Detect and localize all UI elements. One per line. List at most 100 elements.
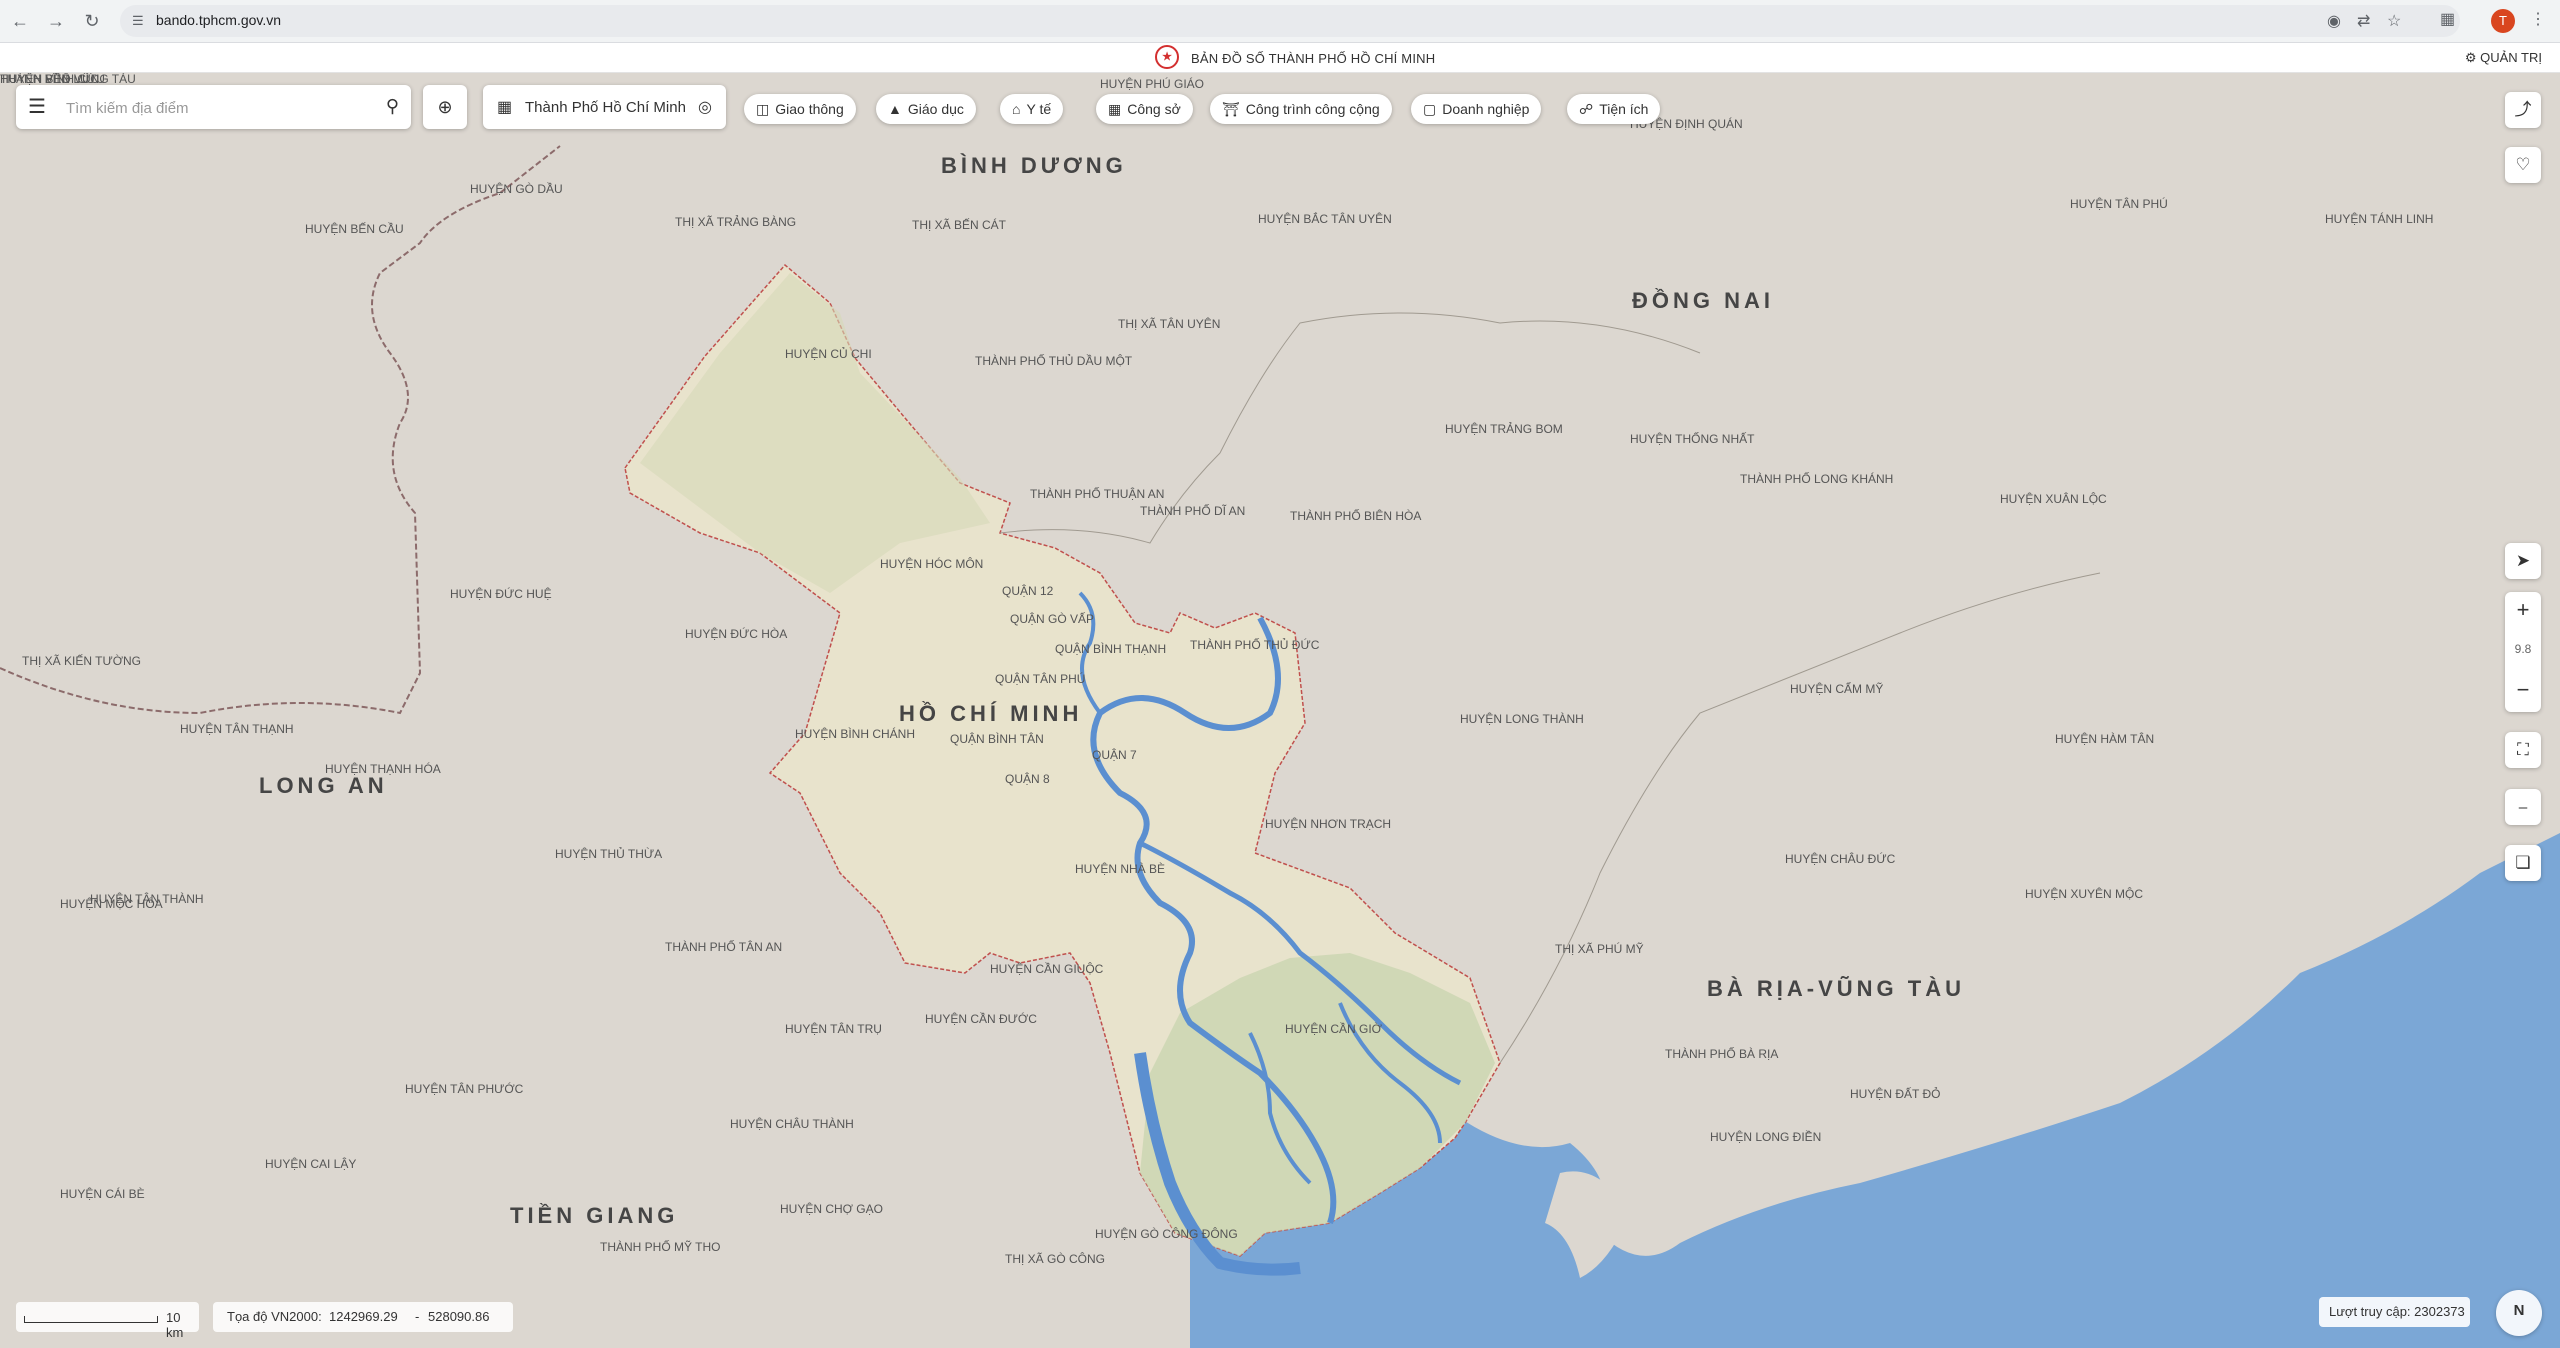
category-button-public-works[interactable]: ⛩ Công trình công cộng [1210,94,1392,124]
coordinate-label: Tọa độ VN2000: [227,1309,322,1324]
reload-icon[interactable]: ↻ [80,9,104,33]
region-label-tien-giang: TIỀN GIANG [510,1203,679,1228]
place-label: HUYỆN NHÀ BÈ [1075,862,1166,876]
region-label-ho-chi-minh: HỒ CHÍ MINH [899,701,1083,726]
place-label: HUYỆN ĐẤT ĐỎ [1850,1087,1941,1101]
zoom-out-button[interactable]: − [2505,672,2541,708]
zoom-level: 9.8 [2514,642,2532,656]
place-label: HUYỆN CHÂU THÀNH [730,1117,854,1131]
app-title-bar: ★ BẢN ĐỒ SỐ THÀNH PHỐ HỒ CHÍ MINH ⚙ QUẢN… [0,43,2560,73]
place-label: QUẬN BÌNH THẠNH [1055,642,1167,656]
place-label: HUYỆN TÂN PHƯỚC [405,1082,524,1096]
place-label: THÀNH PHỐ BÀ RỊA [1665,1047,1779,1061]
coordinate-readout: Tọa độ VN2000: 1242969.29 - 528090.86 [213,1302,513,1332]
admin-link[interactable]: ⚙ QUẢN TRỊ [2465,50,2542,66]
place-label: HUYỆN TÁNH LINH [2325,212,2434,226]
shopping-cart-icon: ☍ [1579,101,1594,117]
category-button-office[interactable]: ▦ Công sở [1096,94,1193,124]
region-label-long-an: LONG AN [259,773,388,798]
coordinate-separator: - [415,1309,420,1324]
city-selector[interactable]: ▦ Thành Phố Hồ Chí Minh ◎ [483,85,726,129]
place-label: HUYỆN LONG ĐIỀN [1710,1130,1822,1144]
place-label: HUYỆN BẮC TÂN UYÊN [1258,212,1392,226]
place-label: HUYỆN THẠNH HÓA [325,762,441,776]
place-label: HUYỆN THỐNG NHẤT [1630,432,1755,446]
back-icon[interactable]: ← [8,9,32,33]
place-label: HUYỆN THỦ THỪA [555,847,663,861]
measure-button[interactable]: ⎯ [2505,789,2541,825]
place-label: HUYỆN TRẢNG BOM [1445,422,1563,436]
browser-menu-icon[interactable]: ⋮ [2530,9,2546,29]
place-label: HUYỆN XUÂN LỘC [2000,492,2107,506]
zoom-in-button[interactable]: + [2505,592,2541,628]
zoom-search-button[interactable]: ⊕ [423,85,467,129]
search-icon[interactable]: ⚲ [386,96,399,117]
eye-off-icon[interactable]: ◉ [2327,11,2341,31]
place-label: QUẬN TÂN PHÚ [995,672,1086,686]
address-bar[interactable]: ☰ bando.tphcm.gov.vn ◉ ⇄ ☆ [120,5,2460,37]
search-input[interactable] [64,95,368,121]
place-label: THỊ XÃ BẾN CÁT [912,218,1007,232]
site-info-icon[interactable]: ☰ [132,13,144,29]
locate-target-icon[interactable]: ◎ [698,97,712,117]
category-label: Công trình công cộng [1245,101,1380,117]
place-label: HUYỆN HÀM TÂN [2055,732,2155,746]
place-label: HUYỆN CHÂU ĐỨC [1785,852,1896,866]
my-location-button[interactable]: ➤ [2505,543,2541,579]
directions-button[interactable]: ⤴ [2505,92,2541,128]
category-button-traffic[interactable]: ◫ Giao thông [744,94,856,124]
place-label: HUYỆN ĐỨC HUỆ [450,587,552,601]
place-label: THÀNH PHỐ THUẬN AN [1030,487,1165,501]
map-canvas[interactable]: BÌNH DƯƠNG ĐỒNG NAI LONG AN HỒ CHÍ MINH … [0,73,2560,1348]
city-logo-icon: ★ [1155,45,1179,69]
category-label: Doanh nghiệp [1442,101,1530,117]
admin-label: QUẢN TRỊ [2480,50,2542,65]
heart-icon: ♡ [2515,155,2531,174]
place-label: HUYỆN TÂN THÀNH [90,892,204,906]
forward-icon[interactable]: → [44,9,68,33]
zoom-control: + 9.8 − [2505,592,2541,712]
region-label-dong-nai: ĐỒNG NAI [1632,288,1774,313]
favorites-button[interactable]: ♡ [2505,147,2541,183]
category-button-health[interactable]: ⌂ Y tế [1000,94,1064,124]
category-button-education[interactable]: ▲ Giáo dục [876,94,976,124]
scale-bar: 10 km [16,1302,199,1340]
place-label: HUYỆN LONG THÀNH [1460,712,1584,726]
category-button-utilities[interactable]: ☍ Tiện ích [1567,94,1661,124]
coordinate-x: 1242969.29 [329,1309,398,1324]
bookmark-star-icon[interactable]: ☆ [2387,11,2401,31]
place-label: THỊ XÃ GÒ CÔNG [1005,1252,1106,1266]
place-label: HUYỆN CÁI BÈ [60,1187,145,1201]
place-label: HUYỆN CẨM MỸ [1790,682,1884,696]
compass-button[interactable]: N [2496,1290,2542,1336]
visit-counter: Lượt truy cập: 2302373 [2319,1297,2470,1327]
place-label: HUYỆN TÂN TRỤ [785,1022,882,1036]
place-label: THÀNH PHỐ BIÊN HÒA [1290,509,1422,523]
app-title: BẢN ĐỒ SỐ THÀNH PHỐ HỒ CHÍ MINH [1191,51,1436,66]
category-button-business[interactable]: ▢ Doanh nghiệp [1411,94,1542,124]
coordinate-y: 528090.86 [428,1309,490,1324]
hamburger-menu-icon[interactable]: ☰ [28,97,48,117]
category-label: Y tế [1026,101,1052,117]
place-label: HUYỆN GÒ CÔNG ĐÔNG [1095,1227,1238,1241]
place-label: QUẬN 8 [1005,772,1050,786]
briefcase-icon: ▢ [1423,101,1437,117]
profile-avatar[interactable]: T [2491,9,2515,33]
place-label: HUYỆN PHÚ GIÁO [1100,77,1205,91]
city-building-icon: ▦ [497,99,513,116]
place-label: HUYỆN BẾN CẦU [305,222,404,236]
layers-button[interactable]: ❏ [2505,845,2541,881]
place-label: THÀNH PHỐ MỸ THO [600,1240,721,1254]
place-label: HUYỆN CẦN GIUỘC [990,962,1104,976]
place-label: QUẬN 7 [1092,748,1137,762]
compass-north-label: N [2513,1302,2525,1319]
hospital-icon: ⌂ [1012,101,1021,117]
fullscreen-button[interactable]: ⛶ [2505,732,2541,768]
place-label: THỊ XÃ PHÚ MỸ [1555,942,1644,956]
translate-icon[interactable]: ⇄ [2357,11,2370,31]
office-building-icon: ▦ [1108,101,1122,117]
category-label: Tiện ích [1599,101,1649,117]
extensions-icon[interactable]: ▦ [2440,9,2455,29]
place-label: THÀNH PHỐ DĨ AN [1140,504,1246,518]
place-label: THỊ XÃ TÂN UYÊN [1118,317,1221,331]
